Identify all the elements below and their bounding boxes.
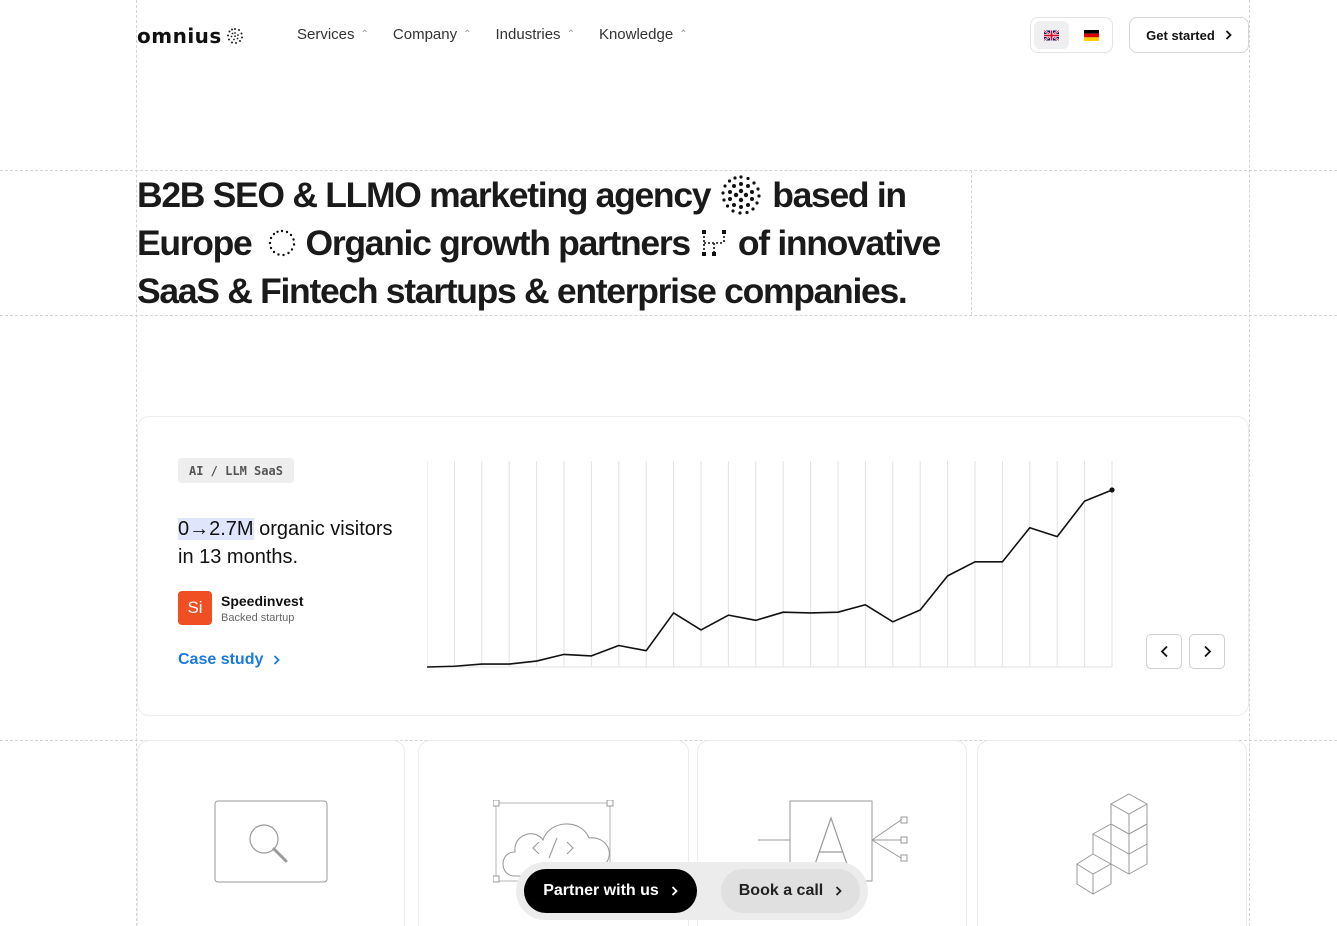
book-a-call-label: Book a call xyxy=(738,882,824,899)
germany-flag-icon xyxy=(1084,29,1100,41)
nav-services[interactable]: Services ⌃ xyxy=(297,26,369,43)
hero-line-2: Europe Organic growth partners of innova… xyxy=(137,219,971,267)
nav-knowledge-label: Knowledge xyxy=(598,26,674,43)
main-nav: Services ⌃ Company ⌃ Industries ⌃ Knowle… xyxy=(297,26,688,43)
hero-line-1: B2B SEO & LLMO marketing agency based in xyxy=(137,171,971,219)
guide-line-right xyxy=(1249,0,1250,926)
book-a-call-button[interactable]: Book a call xyxy=(721,869,860,913)
language-english-button[interactable] xyxy=(1034,21,1069,49)
speedinvest-logo: Si xyxy=(178,591,212,625)
chart-series-line xyxy=(427,489,1113,668)
nav-industries-label: Industries xyxy=(495,26,561,43)
feature-card-growth[interactable] xyxy=(977,740,1247,926)
dotted-sphere-icon xyxy=(721,175,761,215)
chevron-right-icon xyxy=(1225,30,1232,40)
hero-text: B2B SEO & LLMO marketing agency xyxy=(137,175,712,215)
site-header: omnius Services ⌃ Company ⌃ Industries ⌃… xyxy=(137,0,1249,70)
company-name: Speedinvest xyxy=(221,592,304,609)
hero-text: SaaS & Fintech startups & enterprise com… xyxy=(137,271,908,311)
language-german-button[interactable] xyxy=(1075,21,1110,49)
nav-company-label: Company xyxy=(392,26,458,43)
hero-text: Europe xyxy=(137,223,253,263)
next-slide-button[interactable] xyxy=(1189,634,1225,669)
hero-text: of innovative xyxy=(737,223,941,263)
chevron-updown-icon: ⌃ xyxy=(463,28,472,40)
get-started-label: Get started xyxy=(1146,27,1215,43)
language-switcher xyxy=(1030,17,1113,53)
uk-flag-icon xyxy=(1043,29,1059,41)
case-study-link[interactable]: Case study xyxy=(178,651,281,669)
company-info: Si Speedinvest Backed startup xyxy=(178,591,303,625)
case-tag: AI / LLM SaaS xyxy=(178,458,294,483)
get-started-button[interactable]: Get started xyxy=(1129,17,1249,53)
nav-company[interactable]: Company ⌃ xyxy=(393,26,472,43)
hero-text: based in xyxy=(772,175,907,215)
chevron-updown-icon: ⌃ xyxy=(360,28,369,40)
search-screen-icon xyxy=(214,800,328,883)
hero-text: Organic growth partners xyxy=(305,223,692,263)
logo-text: omnius xyxy=(137,24,222,48)
carousel-controls xyxy=(1146,634,1225,669)
chevron-updown-icon: ⌃ xyxy=(679,28,688,40)
chevron-right-icon xyxy=(671,886,678,896)
partner-with-us-button[interactable]: Partner with us xyxy=(524,869,697,913)
previous-slide-button[interactable] xyxy=(1146,634,1182,669)
nav-industries[interactable]: Industries ⌃ xyxy=(496,26,575,43)
dotted-circle-icon xyxy=(268,229,295,257)
chevron-right-icon xyxy=(836,886,843,896)
nav-services-label: Services xyxy=(297,26,355,43)
feature-card-seo[interactable] xyxy=(137,740,405,926)
chevron-right-icon xyxy=(274,655,281,665)
case-study-link-label: Case study xyxy=(178,651,264,668)
case-headline: 0→2.7M organic visitors in 13 months. xyxy=(178,515,408,571)
guide-line-hero-right xyxy=(971,170,972,315)
chevron-right-icon xyxy=(1203,645,1211,658)
logo-dots-icon xyxy=(226,28,243,44)
chevron-left-icon xyxy=(1160,645,1168,658)
company-subtitle: Backed startup xyxy=(221,611,295,624)
chart-point xyxy=(1109,487,1115,493)
guide-line-middle xyxy=(0,315,1337,316)
chevron-updown-icon: ⌃ xyxy=(566,28,575,40)
network-nodes-icon xyxy=(701,230,726,256)
nav-knowledge[interactable]: Knowledge ⌃ xyxy=(599,26,688,43)
case-headline-highlight: 0→2.7M xyxy=(178,518,254,540)
stacked-cubes-icon xyxy=(1076,793,1149,895)
hero-heading: B2B SEO & LLMO marketing agency based in… xyxy=(137,171,971,315)
case-study-card: AI / LLM SaaS 0→2.7M organic visitors in… xyxy=(137,416,1249,716)
partner-with-us-label: Partner with us xyxy=(543,882,659,899)
growth-line-chart xyxy=(427,461,1115,668)
logo[interactable]: omnius xyxy=(137,24,244,48)
hero-line-3: SaaS & Fintech startups & enterprise com… xyxy=(137,267,971,315)
